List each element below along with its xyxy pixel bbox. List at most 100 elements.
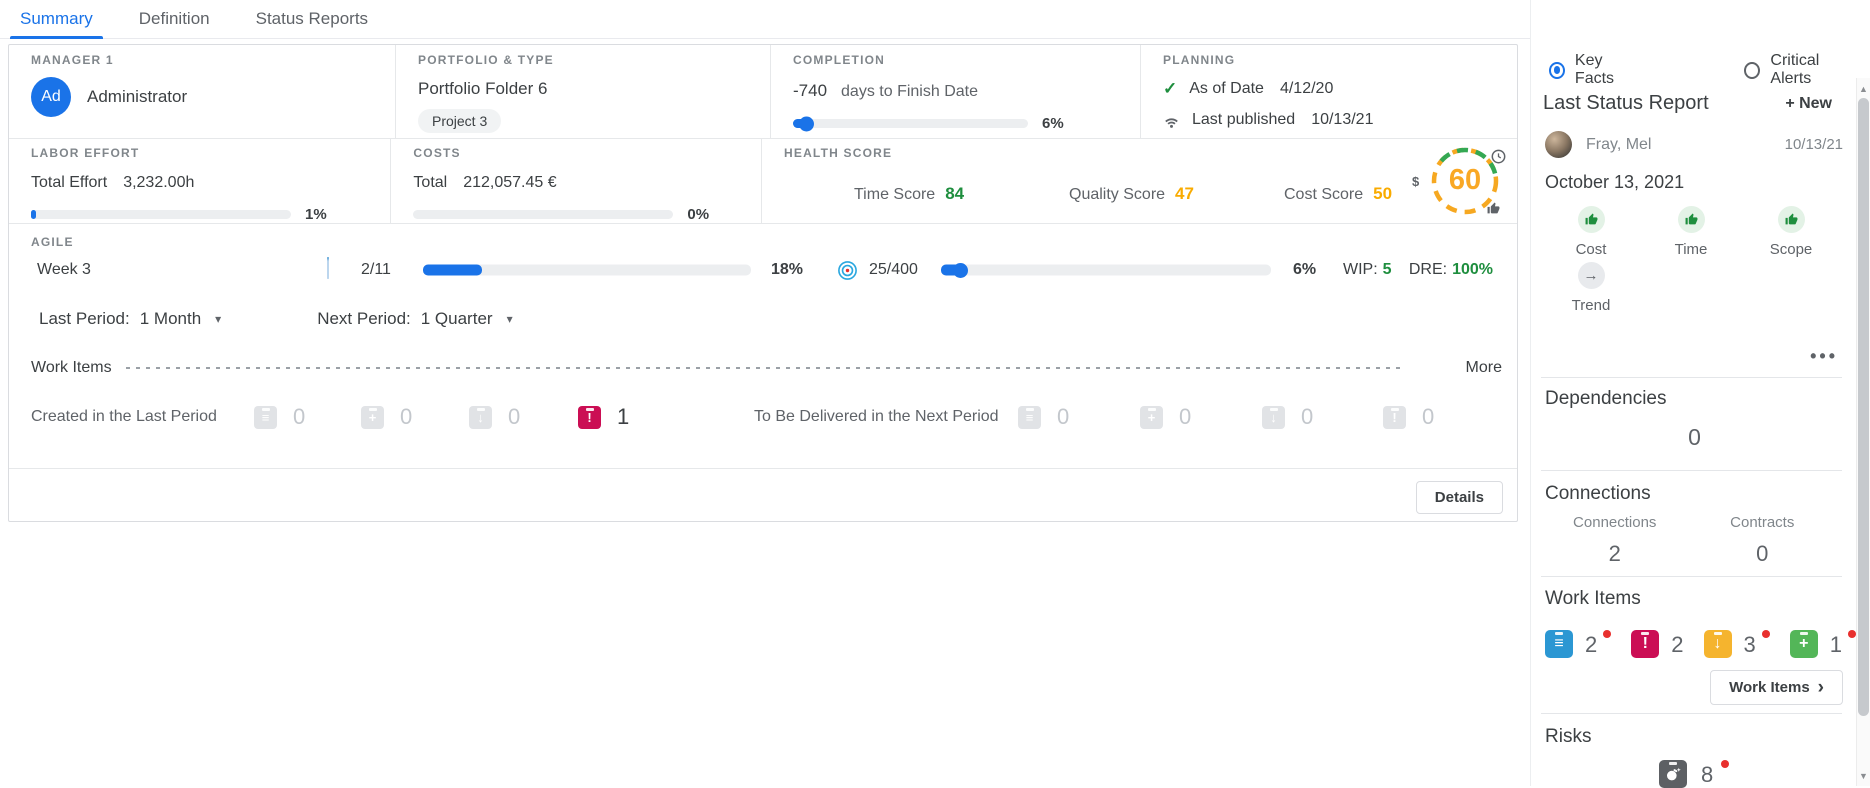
costs-total-value: 212,057.45 € <box>463 174 556 192</box>
risks-title: Risks <box>1545 726 1591 748</box>
key-facts-label[interactable]: Key Facts <box>1575 52 1640 88</box>
labor-effort-label: LABOR EFFORT <box>31 146 372 160</box>
key-facts-radio[interactable] <box>1549 62 1565 79</box>
changes-stat[interactable]: 1 <box>1790 630 1856 658</box>
vertical-scrollbar[interactable]: ▲ ▼ <box>1856 78 1870 786</box>
manager-avatar[interactable]: Ad <box>31 77 71 117</box>
sprint-ratio: 2/11 <box>361 261 391 279</box>
cost-score-value: 50 <box>1373 184 1392 204</box>
connections-title: Connections <box>1545 483 1651 505</box>
status-indicators: Cost Time Scope <box>1541 206 1841 258</box>
wip-value: 5 <box>1383 261 1392 278</box>
last-period-dropdown[interactable]: Last Period: 1 Month ▾ <box>39 309 221 329</box>
time-indicator: Time <box>1641 206 1741 258</box>
section-divider <box>1541 377 1842 378</box>
critical-alerts-label[interactable]: Critical Alerts <box>1770 52 1856 88</box>
arrow-right-icon: → <box>1578 262 1605 289</box>
time-score-label: Time Score <box>854 186 935 204</box>
last-published-label: Last published <box>1192 111 1295 129</box>
details-button[interactable]: Details <box>1416 481 1503 514</box>
created-tasks[interactable]: 0 <box>361 404 412 430</box>
requirements-stat[interactable]: 2 <box>1545 630 1611 658</box>
time-score-value: 84 <box>945 184 964 204</box>
manager-cell: MANAGER 1 Ad Administrator <box>9 45 395 138</box>
portfolio-label: PORTFOLIO & TYPE <box>418 53 752 67</box>
dre-label: DRE: <box>1409 261 1447 278</box>
work-items-button[interactable]: Work Items › <box>1710 670 1843 705</box>
time-indicator-label: Time <box>1675 241 1708 258</box>
portfolio-folder: Portfolio Folder 6 <box>418 79 752 99</box>
more-link[interactable]: More <box>1466 359 1502 377</box>
sprint-progress-fill <box>423 265 482 276</box>
delivered-count: 0 <box>1179 404 1191 430</box>
created-last-period-label: Created in the Last Period <box>31 408 217 426</box>
last-published-value: 10/13/21 <box>1311 111 1373 129</box>
last-period-label: Last Period: <box>39 309 130 329</box>
last-status-report-title: Last Status Report <box>1543 92 1709 115</box>
dotted-divider <box>126 367 1406 369</box>
next-period-value: 1 Quarter <box>421 309 493 329</box>
agile-week: Week 3 <box>37 261 91 279</box>
clipboard-arrow-down-icon <box>469 406 492 429</box>
chevron-down-icon: ▾ <box>215 312 221 326</box>
trend-indicator-row: → Trend <box>1541 262 1641 314</box>
sidebar-work-items-title: Work Items <box>1545 588 1641 610</box>
risks-count: 8 <box>1701 762 1713 788</box>
cost-indicator: Cost <box>1541 206 1641 258</box>
risks-stat[interactable]: 8 <box>1659 760 1729 788</box>
planning-label: PLANNING <box>1163 53 1499 67</box>
clipboard-lines-icon <box>1545 630 1573 658</box>
panel-mode-switch: Key Facts Critical Alerts <box>1549 52 1856 88</box>
report-date: 10/13/21 <box>1785 136 1843 153</box>
completion-progressbar <box>793 119 1028 128</box>
completion-label: COMPLETION <box>793 53 1122 67</box>
panel-divider <box>1530 0 1531 786</box>
author-name: Fray, Mel <box>1586 136 1785 154</box>
scope-indicator: Scope <box>1741 206 1841 258</box>
clipboard-arrow-down-icon <box>1704 630 1732 658</box>
scroll-up-arrow[interactable]: ▲ <box>1857 84 1870 94</box>
delivered-issues[interactable]: 0 <box>1383 404 1434 430</box>
thumb-up-icon <box>1578 206 1605 233</box>
points-percent: 6% <box>1293 261 1316 279</box>
clock-icon <box>1491 149 1506 169</box>
scrollbar-thumb[interactable] <box>1858 98 1869 716</box>
created-count: 0 <box>400 404 412 430</box>
tab-status-reports[interactable]: Status Reports <box>250 0 374 38</box>
created-deliverables[interactable]: 0 <box>469 404 520 430</box>
clipboard-exclamation-icon <box>1631 630 1659 658</box>
connections-stats: Connections 2 Contracts 0 <box>1541 514 1836 567</box>
report-long-date: October 13, 2021 <box>1545 172 1684 193</box>
new-status-report-link[interactable]: + New <box>1785 95 1832 113</box>
tab-definition[interactable]: Definition <box>133 0 216 38</box>
issues-stat[interactable]: 2 <box>1631 630 1683 658</box>
contracts-stat: Contracts 0 <box>1689 514 1837 567</box>
delivered-tasks[interactable]: 0 <box>1140 404 1191 430</box>
tab-summary[interactable]: Summary <box>14 0 99 38</box>
labor-progressbar <box>31 210 291 219</box>
chevron-right-icon: › <box>1818 678 1824 697</box>
work-items-title: Work Items <box>31 359 112 377</box>
notification-dot <box>1848 630 1856 638</box>
delivered-requirements[interactable]: 0 <box>1018 404 1069 430</box>
created-requirements[interactable]: 0 <box>254 404 305 430</box>
delivered-count: 0 <box>1301 404 1313 430</box>
deliverables-stat[interactable]: 3 <box>1704 630 1770 658</box>
labor-progress-fill <box>31 210 36 219</box>
health-score-gauge[interactable]: 60 $ <box>1427 143 1503 219</box>
status-report-author-row[interactable]: Fray, Mel 10/13/21 <box>1545 131 1843 158</box>
as-of-date-label: As of Date <box>1189 80 1264 98</box>
contracts-stat-value: 0 <box>1689 541 1837 567</box>
sprint-board-icon <box>327 261 329 279</box>
connections-stat-label: Connections <box>1541 514 1689 531</box>
created-issues[interactable]: 1 <box>578 404 629 430</box>
next-period-dropdown[interactable]: Next Period: 1 Quarter ▾ <box>317 309 512 329</box>
delivered-deliverables[interactable]: 0 <box>1262 404 1313 430</box>
delivered-next-period-label: To Be Delivered in the Next Period <box>754 408 999 426</box>
more-options-icon[interactable]: ••• <box>1810 346 1838 367</box>
scroll-down-arrow[interactable]: ▼ <box>1857 771 1870 781</box>
thumb-up-icon <box>1678 206 1705 233</box>
critical-alerts-radio[interactable] <box>1744 62 1760 79</box>
notification-dot <box>1721 760 1729 768</box>
section-divider <box>1541 713 1842 714</box>
